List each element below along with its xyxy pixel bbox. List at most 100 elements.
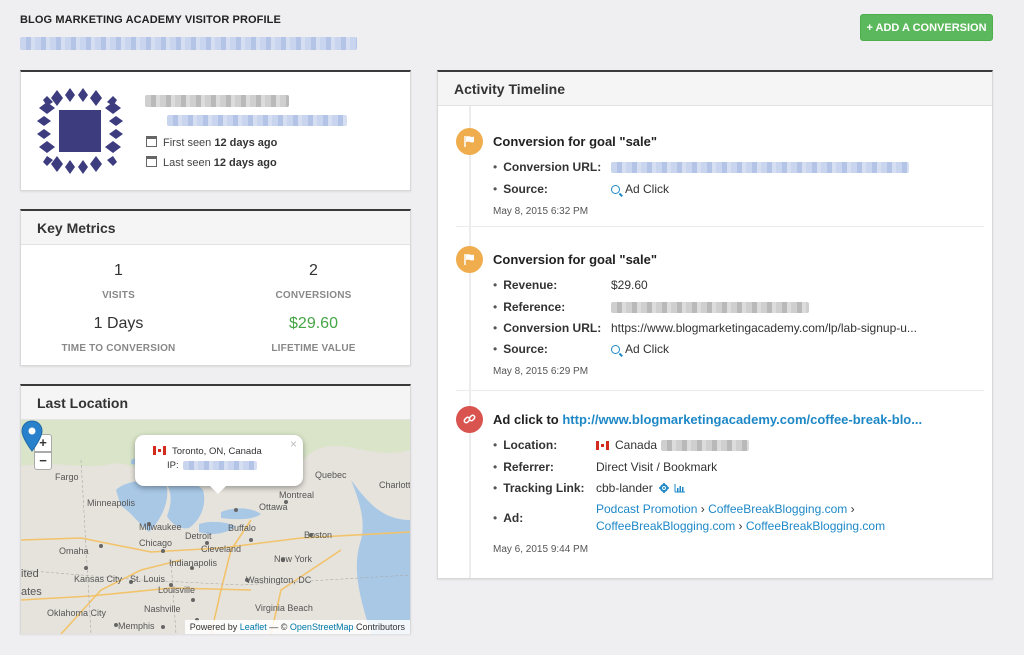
source-link[interactable]: Ad Click	[611, 182, 669, 196]
metric-lifetime-value: $29.60 LIFETIME VALUE	[216, 315, 411, 354]
timeline-row: Ad:	[493, 511, 523, 525]
key-metrics-card: Key Metrics 1 VISITS 2 CONVERSIONS 1 Day…	[20, 209, 411, 366]
ad-site-link[interactable]: CoffeeBreakBlogging.com	[596, 519, 735, 533]
metric-value: 1 Days	[93, 315, 144, 332]
map-attribution: Powered by Leaflet — © OpenStreetMap Con…	[184, 620, 410, 634]
avatar	[37, 88, 123, 174]
last-location-title: Last Location	[21, 386, 410, 420]
tracking-link-text: cbb-lander	[596, 481, 653, 495]
city-label: Kansas City	[74, 574, 123, 584]
city-label: ited	[21, 568, 39, 580]
city-label: Detroit	[185, 531, 212, 541]
last-seen: Last seen 12 days ago	[146, 156, 277, 169]
metric-value: $29.60	[289, 315, 338, 332]
divider	[456, 226, 984, 227]
row-key: Conversion URL:	[493, 321, 601, 335]
city-label: Charlotte	[379, 480, 410, 490]
page-title: BLOG MARKETING ACADEMY VISITOR PROFILE	[20, 14, 281, 26]
calendar-icon	[146, 156, 157, 167]
redacted-reference	[611, 302, 809, 313]
activity-timeline-title: Activity Timeline	[438, 72, 992, 106]
source-link[interactable]: Ad Click	[611, 342, 669, 356]
timeline-row: Conversion URL:	[493, 160, 909, 174]
city-label: Ottawa	[259, 502, 288, 512]
city-label: Buffalo	[228, 523, 256, 533]
timeline-entry-date: May 8, 2015 6:32 PM	[493, 206, 589, 217]
timeline-line	[469, 106, 471, 578]
ad-site-link[interactable]: CoffeeBreakBlogging.com	[708, 502, 847, 516]
city-label: New York	[274, 554, 313, 564]
referrer-value: Direct Visit / Bookmark	[596, 460, 718, 474]
flag-icon	[464, 254, 474, 265]
ad-path: Podcast Promotion › CoffeeBreakBlogging.…	[596, 502, 855, 516]
ad-site-link[interactable]: CoffeeBreakBlogging.com	[746, 519, 885, 533]
redacted-visitor-id	[20, 37, 357, 50]
row-key: Conversion URL:	[493, 160, 601, 174]
city-label: Milwaukee	[139, 522, 182, 532]
source-value: Ad Click	[625, 182, 670, 196]
timeline-row: Tracking Link: cbb-lander	[493, 481, 686, 495]
timeline-badge	[456, 406, 483, 433]
row-key: Location:	[493, 438, 557, 452]
city-label: Virginia Beach	[255, 603, 313, 613]
activity-timeline-card: Activity Timeline Conversion for goal "s…	[437, 70, 993, 579]
popup-ip-label: IP:	[167, 460, 179, 471]
gear-icon[interactable]	[659, 483, 670, 493]
redacted-location	[661, 440, 750, 452]
search-icon	[611, 345, 620, 354]
add-conversion-button[interactable]: + ADD A CONVERSION	[860, 14, 993, 41]
map-marker-icon[interactable]	[21, 420, 43, 452]
openstreetmap-link[interactable]: OpenStreetMap	[290, 622, 354, 632]
zoom-out-button[interactable]: −	[34, 452, 52, 470]
canada-flag-icon	[596, 441, 609, 450]
source-value: Ad Click	[625, 342, 670, 356]
metric-label: VISITS	[102, 290, 135, 301]
location-map[interactable]: Fargo Minneapolis Milwaukee Chicago Detr…	[21, 420, 410, 634]
timeline-entry-title: Conversion for goal "sale"	[493, 252, 658, 267]
city-label: Nashville	[144, 604, 181, 614]
country-text: Canada	[615, 438, 658, 452]
ad-separator: ›	[697, 502, 709, 516]
city-label: Montreal	[279, 490, 315, 500]
city-label: Oklahoma City	[47, 608, 107, 618]
canada-flag-icon	[153, 446, 166, 455]
ad-click-prefix: Ad click to	[493, 412, 563, 427]
timeline-badge	[456, 246, 483, 273]
ad-campaign-link[interactable]: Podcast Promotion	[596, 502, 697, 516]
timeline-entry-date: May 8, 2015 6:29 PM	[493, 366, 589, 377]
tracking-link-value: cbb-lander	[596, 481, 686, 495]
key-metrics-title: Key Metrics	[21, 211, 410, 245]
timeline-entry-title: Conversion for goal "sale"	[493, 134, 658, 149]
city-label: Indianapolis	[169, 558, 218, 568]
ad-click-link[interactable]: http://www.blogmarketingacademy.com/coff…	[562, 412, 922, 427]
timeline-row: Referrer: Direct Visit / Bookmark	[493, 460, 717, 474]
first-seen: First seen 12 days ago	[146, 136, 277, 149]
metric-label: TIME TO CONVERSION	[61, 343, 176, 354]
metric-label: CONVERSIONS	[275, 290, 352, 301]
last-seen-value: 12 days ago	[213, 157, 277, 169]
attribution-suffix: Contributors	[353, 622, 405, 632]
popup-close-button[interactable]: ×	[290, 437, 297, 451]
redacted-conversion-url	[611, 162, 909, 173]
row-key: Tracking Link:	[493, 481, 584, 495]
metric-conversions: 2 CONVERSIONS	[216, 262, 411, 301]
city-label: Minneapolis	[87, 498, 136, 508]
timeline-entry-date: May 6, 2015 9:44 PM	[493, 544, 589, 555]
ad-path: CoffeeBreakBlogging.com › CoffeeBreakBlo…	[596, 519, 885, 533]
bar-chart-icon[interactable]	[674, 483, 686, 493]
link-icon	[463, 414, 476, 424]
row-key: Source:	[493, 342, 548, 356]
calendar-icon	[146, 136, 157, 147]
search-icon	[611, 185, 620, 194]
attribution-sep: — ©	[266, 622, 290, 632]
leaflet-link[interactable]: Leaflet	[240, 622, 267, 632]
flag-icon	[464, 136, 474, 147]
first-seen-value: 12 days ago	[214, 137, 278, 149]
attribution-prefix: Powered by	[189, 622, 240, 632]
conversion-url-link[interactable]: https://www.blogmarketingacademy.com/lp/…	[611, 321, 917, 335]
location-value: Canada	[596, 438, 750, 452]
row-key: Revenue:	[493, 278, 557, 292]
metric-label: LIFETIME VALUE	[271, 343, 356, 354]
timeline-row: Reference:	[493, 300, 809, 314]
ad-separator: ›	[847, 502, 855, 516]
